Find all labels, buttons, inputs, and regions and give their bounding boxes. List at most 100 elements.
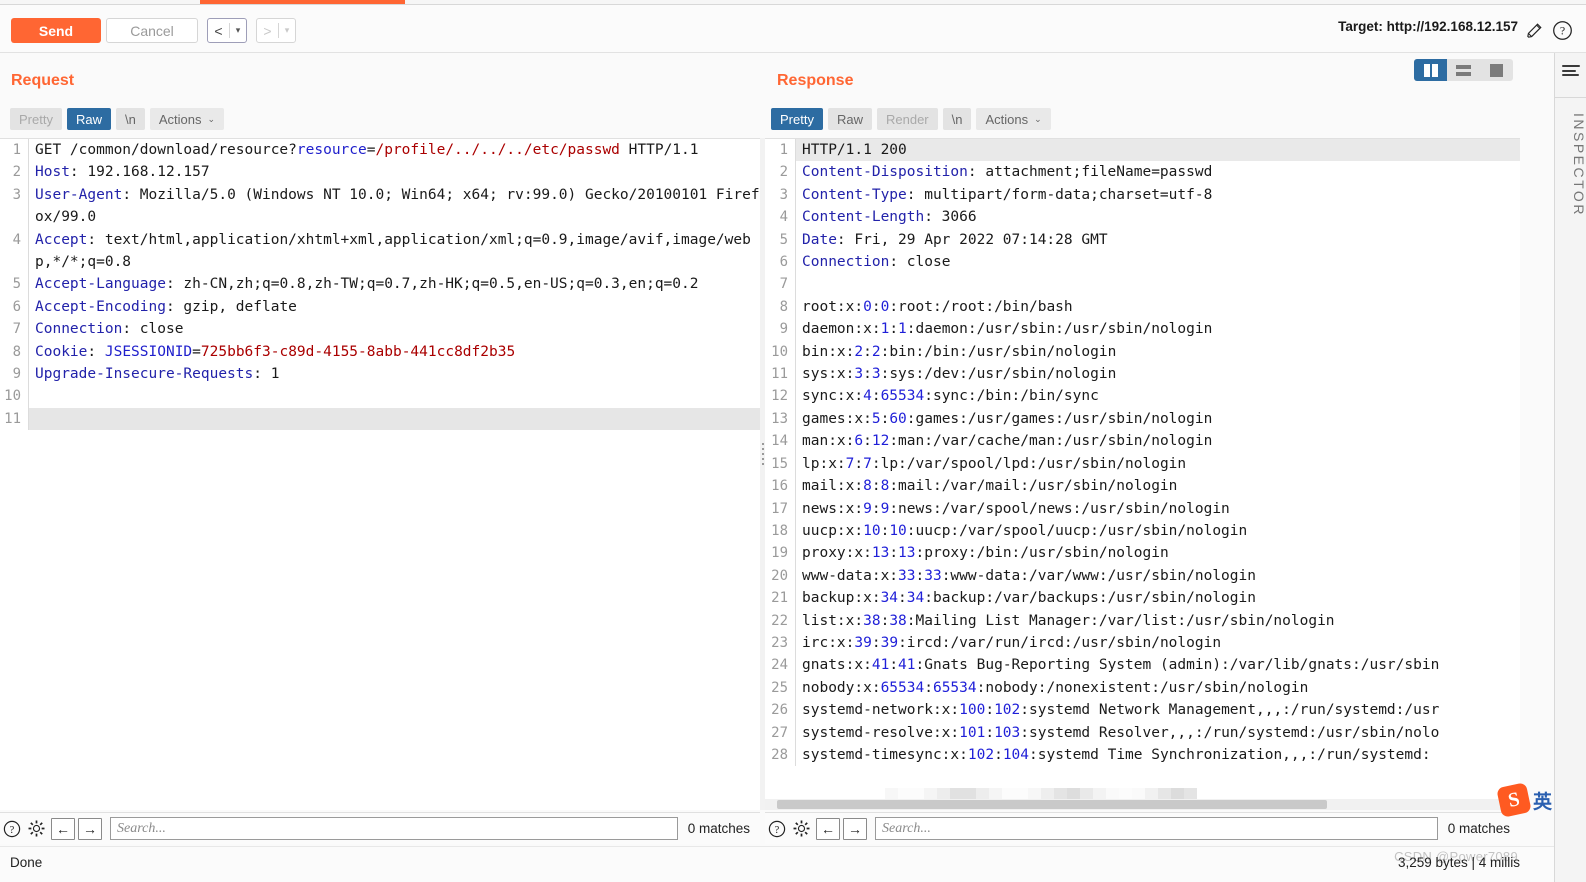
code-segment: :Mailing List Manager:/var/list:/usr/sbi… bbox=[906, 612, 1335, 629]
gear-icon[interactable] bbox=[789, 817, 813, 841]
line-number: 11 bbox=[771, 366, 788, 383]
code-segment: Content-Disposition bbox=[802, 164, 968, 181]
code-segment: 65534 bbox=[880, 388, 925, 405]
code-segment: 725bb6f3-c89d-4155-8abb-441cc8df2b35 bbox=[200, 343, 516, 360]
gear-icon[interactable] bbox=[24, 817, 48, 841]
chevron-down-icon: ⌄ bbox=[207, 113, 216, 124]
code-segment: JSESSIONID bbox=[104, 343, 193, 360]
side-by-side-view-button[interactable] bbox=[1414, 59, 1447, 81]
tab-request-pretty[interactable]: Pretty bbox=[10, 108, 62, 130]
line-text: Upgrade-Insecure-Requests: 1 bbox=[28, 363, 760, 386]
code-segment: :systemd Time Synchronization,,,:/run/sy… bbox=[1029, 746, 1431, 763]
single-view-button[interactable] bbox=[1480, 59, 1513, 81]
active-tab-indicator[interactable] bbox=[200, 0, 405, 4]
line-number: 8 bbox=[12, 343, 21, 360]
response-line: 6 Connection: close bbox=[765, 251, 1520, 274]
svg-text:?: ? bbox=[1560, 24, 1565, 38]
send-button[interactable]: Send bbox=[11, 18, 101, 43]
line-text: sys:x:3:3:sys:/dev:/usr/sbin/nologin bbox=[795, 363, 1520, 386]
line-number: 5 bbox=[779, 231, 788, 248]
line-text: Accept-Encoding: gzip, deflate bbox=[28, 295, 760, 319]
code-segment: : 1 bbox=[253, 366, 280, 383]
line-text: bin:x:2:2:bin:/bin:/usr/sbin/nologin bbox=[795, 340, 1520, 364]
find-next-button[interactable]: → bbox=[843, 817, 867, 840]
find-previous-button[interactable]: ← bbox=[51, 817, 75, 840]
line-text: mail:x:8:8:mail:/var/mail:/usr/sbin/nolo… bbox=[795, 475, 1520, 498]
inspector-toggle-icon[interactable] bbox=[1562, 65, 1580, 79]
response-hscrollbar[interactable] bbox=[765, 799, 1520, 810]
response-actions-menu[interactable]: Actions ⌄ bbox=[976, 108, 1051, 130]
svg-text:?: ? bbox=[10, 824, 15, 835]
response-line: 7 bbox=[765, 273, 1520, 296]
tab-response-pretty[interactable]: Pretty bbox=[771, 108, 823, 130]
code-segment: :games:/usr/games:/usr/sbin/nologin bbox=[906, 410, 1213, 427]
line-text: HTTP/1.1 200 bbox=[795, 139, 1520, 162]
request-search-input[interactable]: Search... bbox=[110, 817, 678, 840]
line-number: 13 bbox=[771, 410, 788, 427]
code-segment: Content-Length bbox=[802, 209, 925, 226]
line-text: Date: Fri, 29 Apr 2022 07:14:28 GMT bbox=[795, 228, 1520, 252]
code-segment: : Mozilla/5.0 (Windows NT 10.0; Win64; x… bbox=[35, 186, 760, 226]
response-editor[interactable]: 1 HTTP/1.1 200 2 Content-Disposition: attac… bbox=[765, 138, 1520, 810]
request-view-tabs: Pretty Raw \n Actions ⌄ bbox=[10, 108, 225, 130]
help-icon[interactable]: ? bbox=[0, 817, 24, 841]
chevron-down-icon: ▾ bbox=[284, 25, 290, 35]
help-icon[interactable]: ? bbox=[1552, 20, 1573, 41]
tab-response-raw[interactable]: Raw bbox=[827, 108, 872, 130]
cancel-button[interactable]: Cancel bbox=[106, 18, 198, 43]
line-number: 11 bbox=[4, 410, 21, 427]
line-number: 10 bbox=[4, 388, 21, 405]
previous-request-button[interactable]: < ▾ bbox=[207, 18, 247, 43]
find-next-button[interactable]: → bbox=[78, 817, 102, 840]
line-text: Content-Length: 3066 bbox=[795, 206, 1520, 229]
request-code: 1 GET /common/download/resource?resource=… bbox=[0, 139, 760, 431]
code-segment: :proxy:/bin:/usr/sbin/nologin bbox=[915, 545, 1169, 562]
line-number: 4 bbox=[779, 209, 788, 226]
code-segment: :sync:/bin:/bin/sync bbox=[924, 388, 1099, 405]
pencil-icon[interactable] bbox=[1525, 21, 1544, 40]
tab-request-newline[interactable]: \n bbox=[115, 108, 145, 130]
tab-request-raw[interactable]: Raw bbox=[66, 108, 111, 130]
status-bar: Done CSDN @Power7089 3,259 bytes | 4 mil… bbox=[0, 846, 1554, 882]
code-segment: 2 bbox=[854, 343, 864, 360]
code-segment: bin:x: bbox=[802, 343, 855, 360]
code-segment: : bbox=[871, 634, 881, 651]
request-line: 7 Connection: close bbox=[0, 318, 760, 341]
code-segment: list:x: bbox=[802, 612, 864, 629]
response-line: 25 nobody:x:65534:65534:nobody:/nonexiste… bbox=[765, 676, 1520, 700]
tab-response-render[interactable]: Render bbox=[876, 108, 938, 130]
code-segment: 8 bbox=[863, 478, 872, 495]
code-segment: 1 bbox=[880, 321, 890, 338]
request-line: 9 Upgrade-Insecure-Requests: 1 bbox=[0, 363, 760, 386]
response-line: 12 sync:x:4:65534:sync:/bin:/bin/sync bbox=[765, 385, 1520, 408]
code-segment: : bbox=[915, 567, 925, 584]
line-number: 15 bbox=[771, 455, 788, 472]
code-segment: : bbox=[880, 522, 890, 539]
line-number: 1 bbox=[779, 142, 788, 158]
code-segment: 38 bbox=[889, 612, 907, 629]
code-segment: : bbox=[889, 321, 899, 338]
line-number: 3 bbox=[12, 186, 21, 203]
inspector-label[interactable]: INSPECTOR bbox=[1555, 113, 1586, 217]
code-segment: 101 bbox=[959, 724, 986, 741]
code-segment: resource bbox=[296, 142, 367, 158]
code-segment: Accept-Encoding bbox=[35, 298, 166, 315]
line-number: 5 bbox=[12, 276, 21, 293]
request-editor[interactable]: 1 GET /common/download/resource?resource=… bbox=[0, 138, 760, 810]
code-segment: systemd-network:x: bbox=[802, 702, 960, 719]
response-line: 21 backup:x:34:34:backup:/var/backups:/us… bbox=[765, 587, 1520, 610]
columns-icon bbox=[1423, 63, 1438, 77]
response-search-input[interactable]: Search... bbox=[875, 817, 1438, 840]
help-icon[interactable]: ? bbox=[765, 817, 789, 841]
tab-response-newline[interactable]: \n bbox=[942, 108, 972, 130]
scrollbar-thumb[interactable] bbox=[777, 800, 1327, 809]
find-previous-button[interactable]: ← bbox=[816, 817, 840, 840]
ime-indicator[interactable]: S 英 bbox=[1496, 782, 1552, 818]
line-number: 19 bbox=[771, 545, 788, 562]
line-text: systemd-network:x:100:102:systemd Networ… bbox=[795, 699, 1520, 722]
code-segment: 2 bbox=[871, 343, 881, 360]
next-request-button[interactable]: > ▾ bbox=[256, 18, 296, 43]
request-line: 2 Host: 192.168.12.157 bbox=[0, 161, 760, 184]
request-actions-menu[interactable]: Actions ⌄ bbox=[149, 108, 225, 130]
stacked-view-button[interactable] bbox=[1447, 59, 1480, 81]
